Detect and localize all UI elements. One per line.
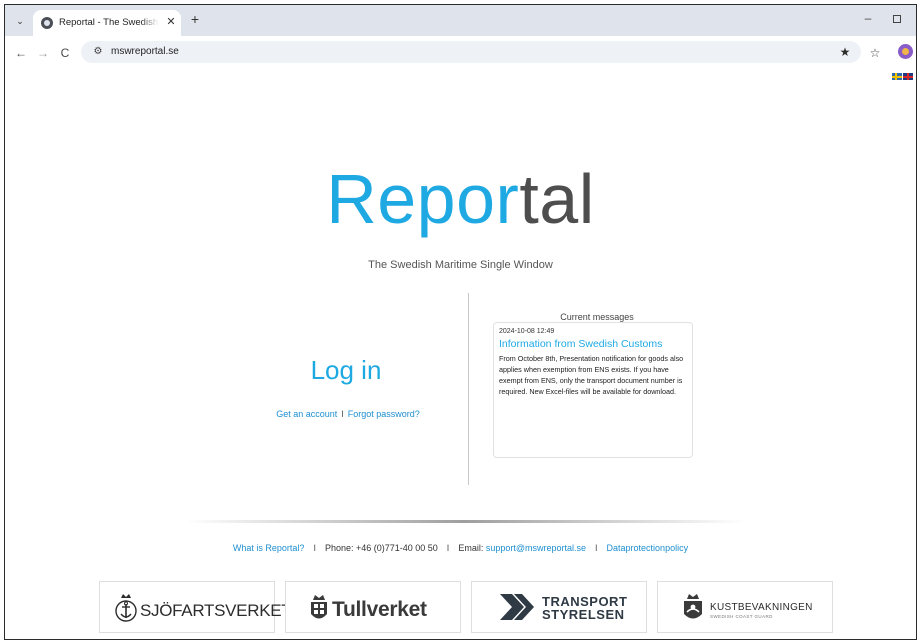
browser-toolbar: ← → C ⚙ mswreportal.se ★ ☆: [5, 36, 916, 69]
customs-crest-icon: [311, 595, 327, 619]
phone-text: Phone: +46 (0)771-40 00 50: [324, 543, 438, 553]
kustbevakningen-subtitle: SWEDISH COAST GUARD: [710, 614, 773, 619]
transportstyrelsen-chevron-icon: [500, 594, 534, 620]
footer-separator: I: [595, 543, 598, 553]
what-is-reportal-link[interactable]: What is Reportal?: [233, 543, 305, 553]
message-date: 2024-10-08 12:49: [499, 328, 555, 335]
new-tab-plus-icon[interactable]: +: [187, 11, 203, 27]
maximize-icon[interactable]: [893, 15, 901, 23]
favorites-icon[interactable]: ☆: [867, 45, 883, 61]
reload-icon[interactable]: C: [57, 45, 73, 61]
kustbevakningen-logo-link[interactable]: KUSTBEVAKNINGEN SWEDISH COAST GUARD: [657, 581, 833, 633]
footer-separator: I: [446, 543, 450, 553]
partner-logos: SJÖFARTSVERKET Tullverket TRANSPORT STYR…: [99, 581, 835, 633]
login-secondary-links: Get an account I Forgot password?: [243, 409, 453, 419]
message-title-link[interactable]: Information from Swedish Customs: [499, 338, 662, 350]
vertical-divider: [468, 293, 469, 485]
tab-title: Reportal - The Swedish Single Window: [59, 17, 159, 28]
link-separator: I: [341, 409, 344, 419]
profile-avatar-icon[interactable]: [898, 44, 913, 59]
dataprotection-policy-link[interactable]: Dataprotectionpolicy: [607, 543, 689, 553]
coast-guard-shield-icon: [684, 594, 702, 619]
page-content: Reportal The Swedish Maritime Single Win…: [5, 69, 916, 639]
tagline: The Swedish Maritime Single Window: [368, 259, 553, 271]
footer-separator: I: [313, 543, 316, 553]
horizontal-divider: [185, 520, 745, 523]
logo-part-b: tal: [519, 160, 595, 238]
minimize-icon[interactable]: –: [861, 11, 875, 25]
transportstyrelsen-logo-link[interactable]: TRANSPORT STYRELSEN: [471, 581, 647, 633]
messages-heading: Current messages: [560, 312, 634, 322]
anchor-crown-icon: [115, 594, 137, 622]
tab-reportal[interactable]: Reportal - The Swedish Single Window ✕: [33, 10, 181, 36]
bookmark-star-icon[interactable]: ★: [837, 44, 853, 60]
address-bar[interactable]: ⚙ mswreportal.se ★: [81, 41, 861, 63]
styrelsen-text: STYRELSEN: [542, 607, 625, 622]
sjofartsverket-text: SJÖFARTSVERKET: [140, 601, 292, 620]
reportal-logo: Reportal: [5, 157, 916, 241]
tab-search-chevron-down-icon[interactable]: ⌄: [13, 14, 27, 28]
login-link[interactable]: Log in: [251, 355, 441, 386]
email-label: Email:: [458, 543, 486, 553]
sjofartsverket-logo-link[interactable]: SJÖFARTSVERKET: [99, 581, 292, 633]
messages-panel[interactable]: 2024-10-08 12:49 Information from Swedis…: [493, 322, 693, 458]
tab-bar: ⌄ Reportal - The Swedish Single Window ✕…: [5, 5, 916, 36]
swedish-flag-icon[interactable]: [892, 73, 902, 80]
site-settings-icon[interactable]: ⚙: [91, 45, 105, 59]
english-flag-icon[interactable]: [903, 73, 913, 80]
footer-info: What is Reportal? I Phone: +46 (0)771-40 0…: [5, 543, 916, 553]
url-text[interactable]: mswreportal.se: [111, 46, 179, 57]
message-body: From October 8th, Presentation notificat…: [499, 354, 684, 396]
browser-window: ⌄ Reportal - The Swedish Single Window ✕…: [4, 4, 917, 640]
forgot-password-link[interactable]: Forgot password?: [348, 409, 420, 419]
kustbevakningen-text: KUSTBEVAKNINGEN: [710, 602, 813, 613]
forward-arrow-icon[interactable]: →: [35, 45, 51, 61]
tullverket-logo-link[interactable]: Tullverket: [285, 581, 461, 633]
get-account-link[interactable]: Get an account: [276, 409, 337, 419]
close-icon[interactable]: ✕: [164, 15, 178, 29]
support-email-link[interactable]: support@mswreportal.se: [486, 543, 586, 553]
logo-part-a: Repor: [326, 160, 520, 238]
tullverket-text: Tullverket: [332, 598, 427, 621]
globe-icon: [41, 17, 53, 29]
back-arrow-icon[interactable]: ←: [13, 45, 29, 61]
language-selector: [892, 73, 914, 83]
